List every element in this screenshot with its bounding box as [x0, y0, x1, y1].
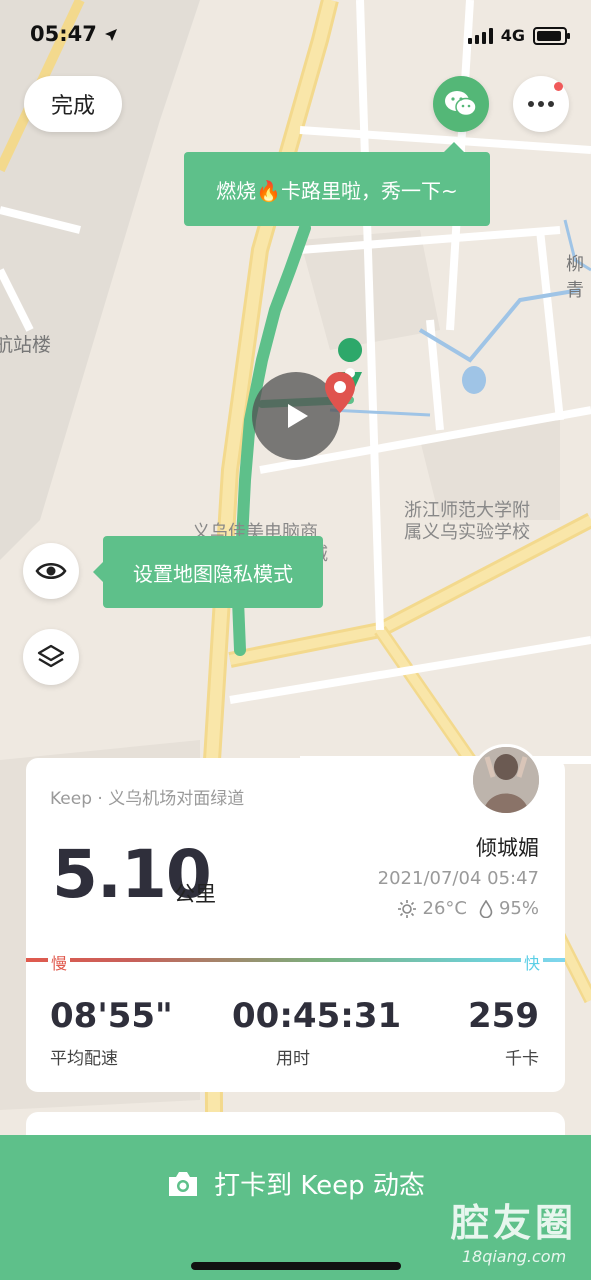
humidity: 95% — [498, 898, 539, 919]
layers-icon — [37, 644, 65, 668]
status-indicators: 4G — [467, 26, 570, 45]
fast-label: 快 — [520, 950, 543, 974]
more-button[interactable] — [513, 76, 569, 132]
calories-value: 259 — [468, 996, 539, 1036]
map-label-station: 航站楼 — [0, 334, 52, 356]
battery-icon — [533, 26, 570, 45]
avg-pace-label: 平均配速 — [50, 1049, 118, 1069]
drop-icon — [479, 899, 493, 918]
map-layers-button[interactable] — [23, 629, 79, 685]
share-tooltip[interactable]: 燃烧🔥卡路里啦，秀一下~ — [184, 142, 490, 226]
distance-unit: 公里 — [174, 882, 216, 906]
sun-icon — [397, 899, 416, 918]
duration-value: 00:45:31 — [232, 996, 402, 1036]
pace-gradient-bar — [26, 958, 565, 962]
done-button[interactable]: 完成 — [24, 76, 122, 132]
checkin-label: 打卡到 Keep 动态 — [214, 1171, 425, 1201]
status-time: 05:47 — [30, 22, 118, 46]
workout-summary-card: Keep · 义乌机场对面绿道 倾城媚 5.10 公里 2021/07/04 0… — [26, 744, 565, 1092]
status-time-text: 05:47 — [30, 22, 97, 46]
slow-label: 慢 — [48, 950, 71, 974]
watermark-title: 腔友圈 — [450, 1201, 577, 1245]
privacy-mode-button[interactable] — [23, 543, 79, 599]
notification-dot — [554, 82, 563, 91]
play-icon — [288, 404, 308, 428]
camera-icon — [169, 1171, 198, 1196]
signal-icon — [467, 27, 493, 44]
eye-icon — [35, 563, 67, 579]
workout-datetime: 2021/07/04 05:47 — [377, 868, 539, 889]
route-source: Keep · 义乌机场对面绿道 — [50, 789, 245, 809]
weather-info: 26°C 95% — [397, 898, 539, 919]
home-indicator — [191, 1262, 401, 1270]
location-pin-icon — [325, 372, 355, 413]
wechat-icon — [445, 91, 477, 117]
watermark: 腔友圈 18qiang.com — [451, 1192, 577, 1266]
privacy-tooltip[interactable]: 设置地图隐私模式 — [93, 536, 323, 608]
temperature: 26°C — [422, 898, 467, 919]
map-label-willow: 柳青 — [566, 254, 584, 301]
network-type: 4G — [500, 26, 525, 45]
wechat-share-button[interactable] — [433, 76, 489, 132]
status-bar: 05:47 4G — [0, 0, 591, 70]
avg-pace-value: 08'55" — [50, 996, 173, 1036]
watermark-url: 18qiang.com — [461, 1247, 567, 1266]
calories-label: 千卡 — [505, 1049, 539, 1069]
location-arrow-icon — [105, 29, 118, 41]
username: 倾城媚 — [476, 836, 539, 860]
avatar-image — [473, 747, 539, 813]
more-icon — [528, 101, 554, 107]
avatar[interactable] — [470, 744, 542, 816]
map-label-school-line2: 属义乌实验学校 — [404, 522, 530, 543]
checkin-bar[interactable]: 打卡到 Keep 动态 腔友圈 18qiang.com — [0, 1135, 591, 1280]
duration-label: 用时 — [276, 1049, 310, 1069]
